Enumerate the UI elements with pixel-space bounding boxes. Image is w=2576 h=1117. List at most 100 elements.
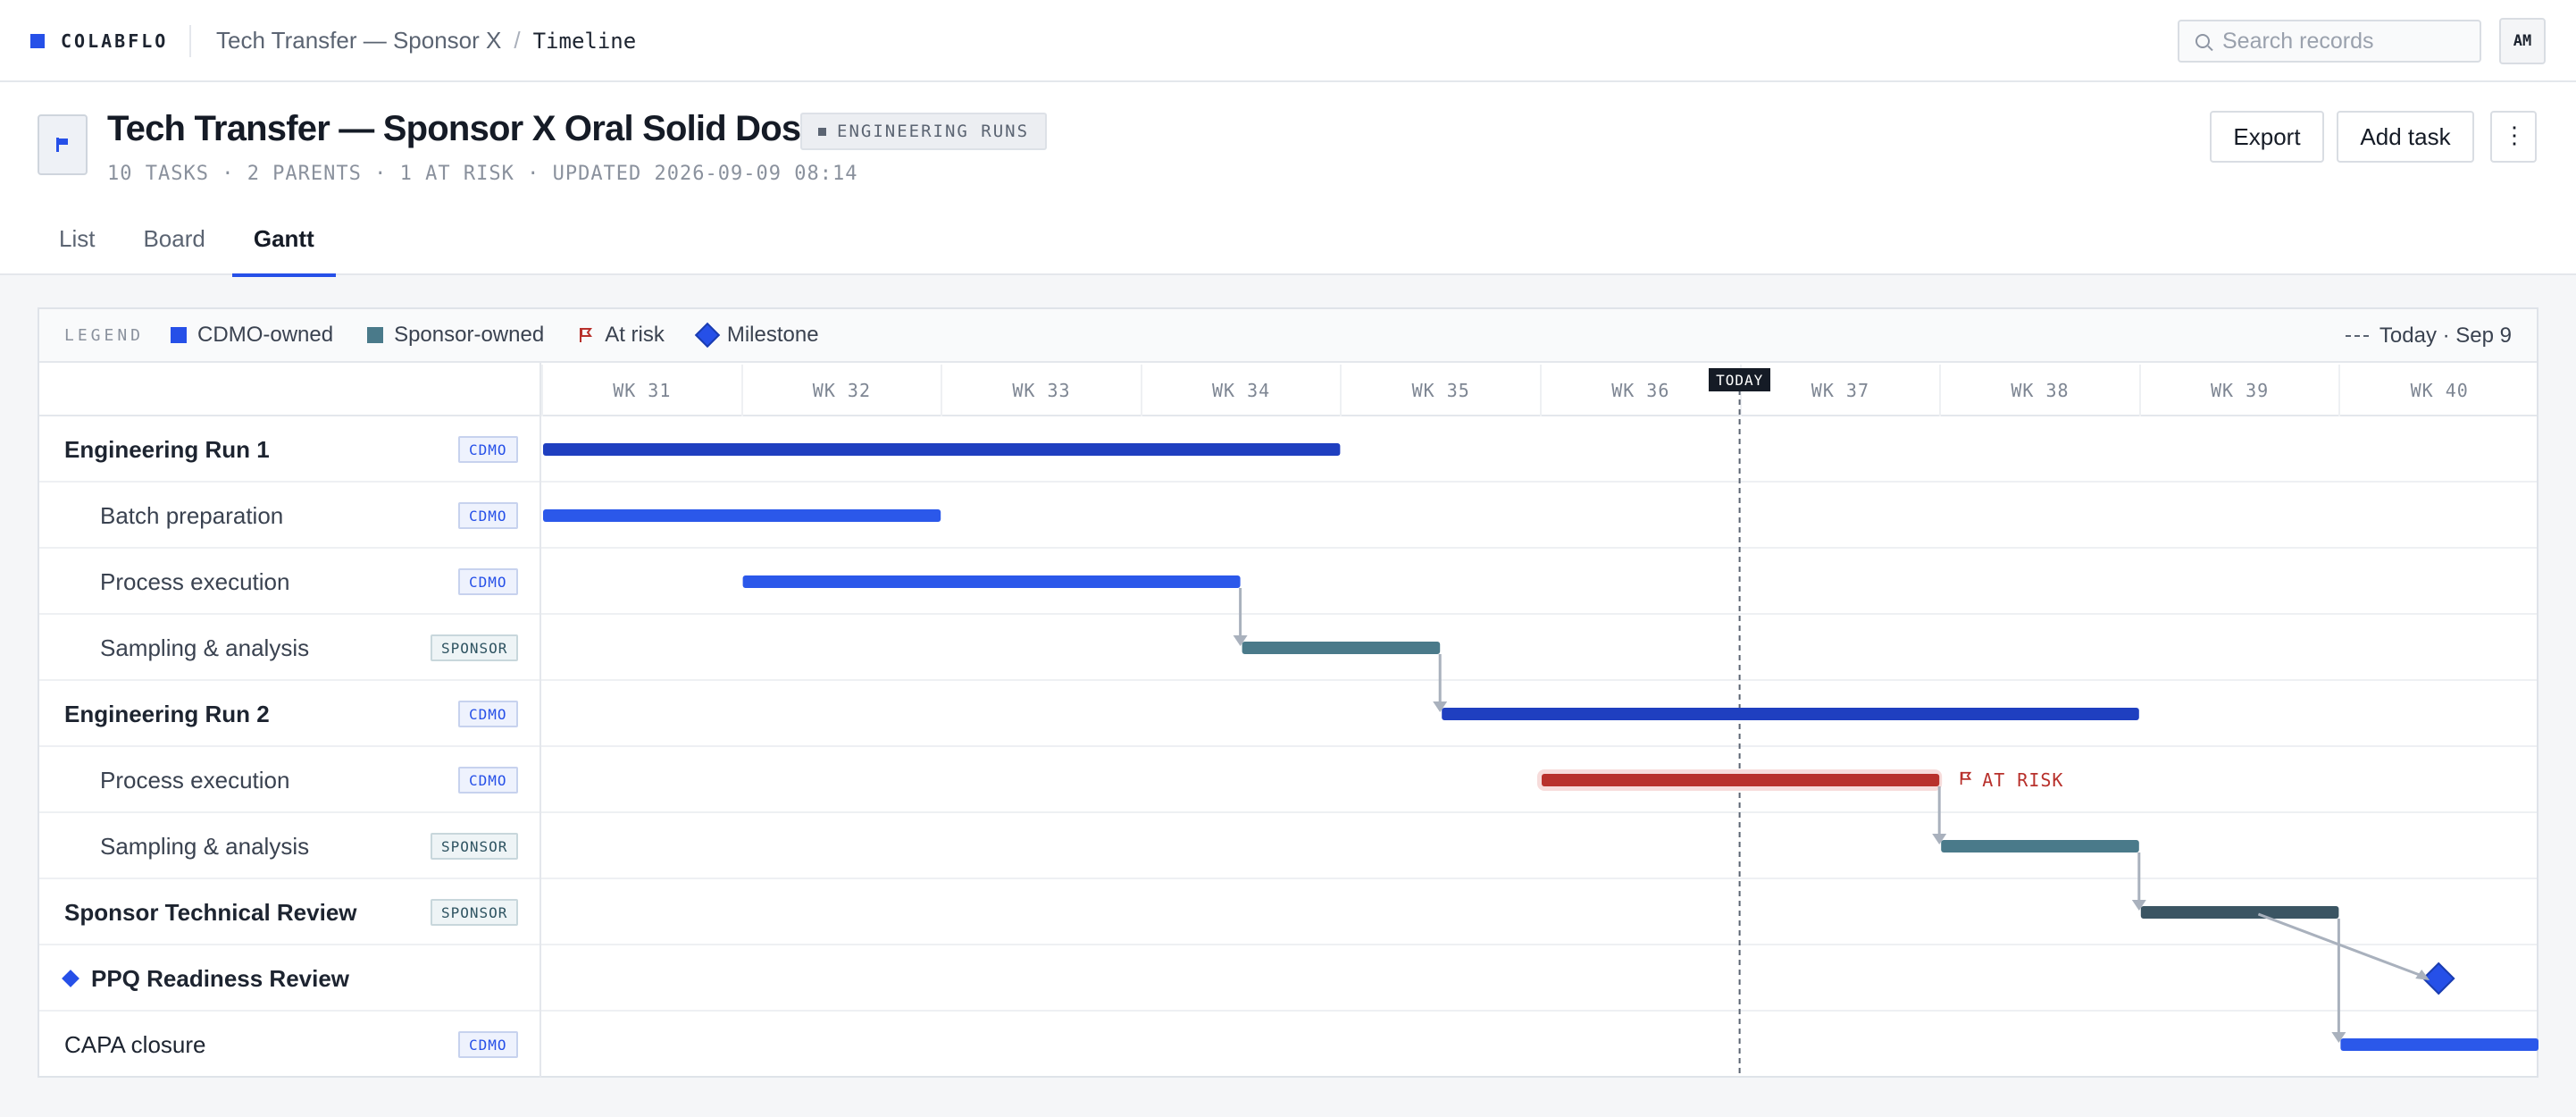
- export-button[interactable]: Export: [2210, 111, 2324, 163]
- at-risk-label: AT RISK: [1982, 769, 2064, 791]
- task-name: Process execution: [100, 567, 290, 595]
- task-row[interactable]: PPQ Readiness Review: [39, 945, 2537, 1012]
- sponsor-swatch-icon: [367, 327, 384, 343]
- legend-milestone-label: Milestone: [726, 323, 819, 347]
- owner-badge: SPONSOR: [431, 634, 519, 661]
- category-tag: ENGINEERING RUNS: [800, 113, 1048, 150]
- breadcrumb-separator: /: [514, 27, 521, 54]
- task-label: Sponsor Technical Review: [64, 879, 357, 945]
- legend-today: Today · Sep 9: [2345, 323, 2512, 349]
- week-label: WK 32: [740, 365, 941, 416]
- brand[interactable]: COLABFLO: [30, 30, 168, 52]
- week-label: WK 33: [941, 365, 1141, 416]
- task-name: Process execution: [100, 766, 290, 794]
- search-box[interactable]: [2178, 20, 2481, 63]
- project-flag-icon: [38, 114, 88, 175]
- breadcrumb-current: Timeline: [532, 28, 637, 54]
- week-label: WK 35: [1340, 365, 1540, 416]
- legend-cdmo-label: CDMO-owned: [197, 323, 334, 347]
- owner-badge: SPONSOR: [431, 833, 519, 860]
- task-label: CAPA closure: [64, 1012, 205, 1078]
- owner-badge: CDMO: [458, 436, 518, 463]
- legend-sponsor-label: Sponsor-owned: [394, 323, 545, 347]
- legend-at-risk: At risk: [578, 323, 665, 348]
- task-label: Process execution: [100, 549, 289, 615]
- task-row[interactable]: Engineering Run 1 CDMO: [39, 416, 2537, 483]
- task-label: Engineering Run 1: [64, 416, 270, 483]
- breadcrumb-project-link[interactable]: Tech Transfer — Sponsor X: [216, 27, 501, 55]
- owner-badge: SPONSOR: [431, 899, 519, 926]
- brand-logo-icon: [30, 34, 45, 48]
- add-task-button[interactable]: Add task: [2337, 111, 2474, 163]
- week-label: WK 31: [541, 365, 741, 416]
- owner-badge: CDMO: [458, 767, 518, 794]
- legend-title: LEGEND: [64, 325, 145, 345]
- legend-milestone: Milestone: [694, 322, 819, 349]
- brand-name: COLABFLO: [61, 30, 169, 52]
- task-label: Process execution: [100, 747, 289, 813]
- task-row[interactable]: Sampling & analysis SPONSOR: [39, 615, 2537, 681]
- task-row[interactable]: Process execution CDMO: [39, 747, 2537, 813]
- tab-list[interactable]: List: [38, 216, 116, 275]
- cdmo-swatch-icon: [171, 327, 188, 343]
- task-label: Sampling & analysis: [100, 615, 309, 681]
- category-tag-label: ENGINEERING RUNS: [837, 122, 1030, 141]
- owner-badge: CDMO: [458, 1031, 518, 1058]
- view-tabs: List Board Gantt: [38, 216, 341, 277]
- project-header: Tech Transfer — Sponsor X Oral Solid Dos…: [0, 82, 2576, 277]
- gantt-panel: LEGEND CDMO-owned Sponsor-owned At risk …: [38, 307, 2538, 1078]
- owner-badge: CDMO: [458, 701, 518, 727]
- breadcrumb: Tech Transfer — Sponsor X / Timeline: [216, 27, 636, 55]
- task-name: Sampling & analysis: [100, 634, 310, 661]
- column-divider: [539, 363, 541, 1078]
- tab-board[interactable]: Board: [121, 216, 226, 275]
- task-name: Engineering Run 2: [64, 700, 270, 727]
- legend-sponsor: Sponsor-owned: [367, 323, 544, 348]
- task-row[interactable]: Engineering Run 2 CDMO: [39, 681, 2537, 747]
- task-label: Batch preparation: [100, 483, 283, 549]
- task-row[interactable]: Batch preparation CDMO: [39, 483, 2537, 549]
- task-name: Batch preparation: [100, 501, 284, 529]
- milestone-diamond-icon: [62, 970, 79, 987]
- tab-gantt[interactable]: Gantt: [231, 216, 336, 277]
- task-label: Sampling & analysis: [100, 813, 309, 879]
- search-icon: [2195, 34, 2210, 48]
- search-input[interactable]: [2222, 28, 2472, 55]
- week-label: WK 34: [1140, 365, 1341, 416]
- divider: [189, 25, 191, 57]
- week-label: WK 38: [1939, 365, 2139, 416]
- dashed-line-icon: [2345, 335, 2369, 337]
- task-name: CAPA closure: [64, 1030, 206, 1058]
- legend-today-label: Today · Sep 9: [2379, 323, 2512, 348]
- project-meta: 10 TASKS · 2 PARENTS · 1 AT RISK · UPDAT…: [107, 163, 858, 185]
- today-badge: TODAY: [1709, 368, 1771, 391]
- more-vertical-icon: ⋮: [2503, 122, 2526, 148]
- milestone-diamond-icon: [694, 322, 721, 349]
- page-title: Tech Transfer — Sponsor X Oral Solid Dos…: [107, 109, 861, 148]
- task-name: Sampling & analysis: [100, 832, 310, 860]
- task-name: Engineering Run 1: [64, 435, 270, 463]
- top-bar: COLABFLO Tech Transfer — Sponsor X / Tim…: [0, 0, 2576, 82]
- task-row[interactable]: Sampling & analysis SPONSOR: [39, 813, 2537, 879]
- week-label: WK 40: [2338, 365, 2538, 416]
- week-header: WK 31 WK 32 WK 33 WK 34 WK 35 WK 36 WK 37 WK 38…: [39, 365, 2537, 416]
- more-options-button[interactable]: ⋮: [2490, 111, 2537, 163]
- avatar[interactable]: AM: [2499, 18, 2546, 64]
- legend-at-risk-label: At risk: [605, 323, 665, 347]
- task-name: PPQ Readiness Review: [91, 964, 350, 992]
- tag-square-icon: [818, 127, 826, 136]
- legend-cdmo: CDMO-owned: [171, 323, 333, 348]
- task-label: PPQ Readiness Review: [62, 945, 350, 1012]
- flag-icon: [1959, 769, 1973, 791]
- legend: LEGEND CDMO-owned Sponsor-owned At risk …: [39, 309, 2537, 363]
- flag-icon: [578, 326, 594, 344]
- task-row[interactable]: Sponsor Technical Review SPONSOR: [39, 879, 2537, 945]
- at-risk-indicator: AT RISK: [1959, 769, 2063, 791]
- task-name: Sponsor Technical Review: [64, 898, 357, 926]
- task-row[interactable]: CAPA closure CDMO: [39, 1012, 2537, 1078]
- week-label: WK 39: [2138, 365, 2339, 416]
- task-label: Engineering Run 2: [64, 681, 270, 747]
- task-row[interactable]: Process execution CDMO: [39, 549, 2537, 615]
- owner-badge: CDMO: [458, 502, 518, 529]
- owner-badge: CDMO: [458, 568, 518, 595]
